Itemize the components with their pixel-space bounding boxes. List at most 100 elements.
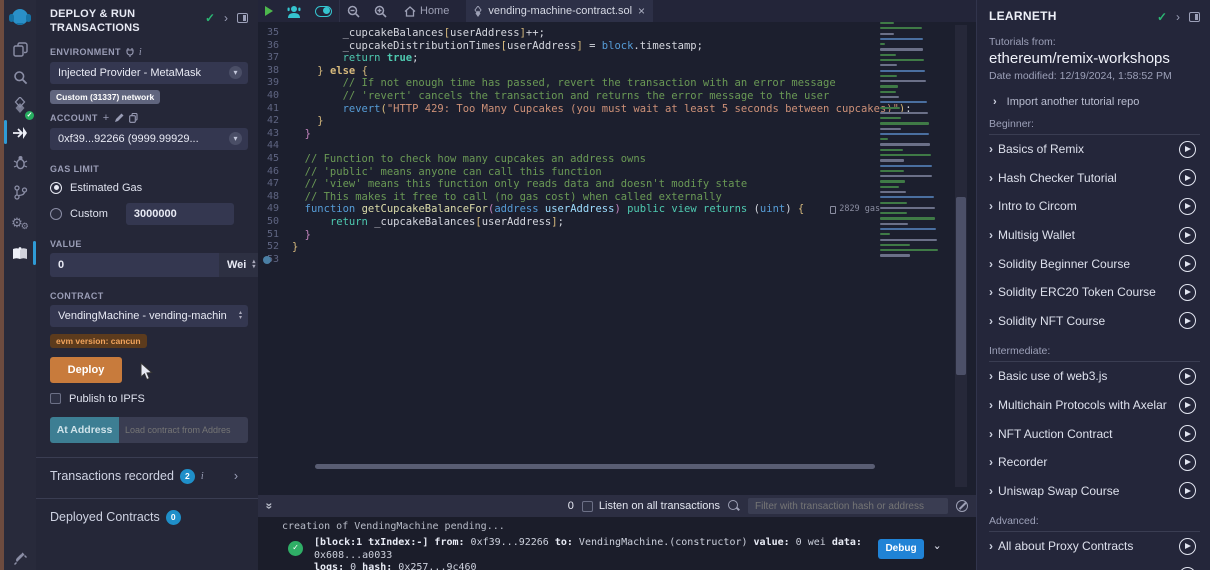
learneth-pin-icon[interactable]	[1189, 12, 1200, 22]
line-number[interactable]: 38	[258, 65, 292, 78]
line-number[interactable]: 39	[258, 77, 292, 90]
settings-gears-icon[interactable]: ⚙⚙	[4, 210, 36, 236]
line-number[interactable]: 50	[258, 216, 292, 229]
terminal-expand-icon[interactable]: »	[262, 503, 276, 510]
tutorial-play-button[interactable]	[1179, 169, 1196, 186]
solidity-compiler-icon[interactable]: ✓	[4, 92, 36, 118]
tx-expand-icon[interactable]: ›	[931, 544, 944, 551]
home-button[interactable]: Home	[394, 0, 456, 22]
tutorial-item[interactable]: ›Basics of Remix	[989, 135, 1200, 164]
plugin-connector-icon[interactable]	[4, 545, 36, 570]
file-explorer-icon[interactable]	[4, 36, 36, 62]
tutorial-item[interactable]: ›Multisig Wallet	[989, 221, 1200, 250]
at-address-button[interactable]: At Address	[50, 417, 119, 443]
line-number[interactable]: 49	[258, 203, 292, 216]
tutorial-play-button[interactable]	[1179, 284, 1196, 301]
tutorial-play-button[interactable]	[1179, 567, 1196, 570]
line-number[interactable]: 36	[258, 40, 292, 53]
deploy-run-icon[interactable]	[4, 120, 36, 146]
tutorial-item[interactable]: ›Uniswap Swap Course	[989, 477, 1200, 506]
tutorial-item[interactable]: ›Intro to Circom	[989, 192, 1200, 221]
code-editor[interactable]: 35 _cupcakeBalances[userAddress]++;36 _c…	[258, 22, 976, 478]
tutorial-item[interactable]: ›Hash Checker Tutorial	[989, 164, 1200, 193]
custom-gas-input[interactable]	[126, 203, 234, 225]
add-account-icon[interactable]: +	[103, 112, 110, 124]
plug-icon[interactable]	[126, 48, 134, 57]
editor-minimap[interactable]	[880, 22, 956, 312]
edit-account-icon[interactable]	[115, 113, 124, 122]
tab-vending-machine-contract[interactable]: vending-machine-contract.sol ×	[466, 0, 653, 22]
tutorial-play-button[interactable]	[1179, 141, 1196, 158]
line-number[interactable]: 47	[258, 178, 292, 191]
ai-copilot-toggle[interactable]	[308, 0, 339, 22]
value-unit-select[interactable]: Wei ▴▾	[219, 253, 258, 277]
zoom-out-icon[interactable]	[340, 0, 367, 22]
custom-gas-radio[interactable]	[50, 208, 62, 220]
run-script-button[interactable]	[258, 0, 280, 22]
line-number[interactable]: 40	[258, 90, 292, 103]
tutorial-item[interactable]: ›Deploy with Libraries	[989, 561, 1200, 570]
tutorial-play-button[interactable]	[1179, 397, 1196, 414]
remix-logo-icon[interactable]	[4, 4, 36, 32]
learneth-collapse-icon[interactable]: ›	[1176, 10, 1180, 24]
search-icon[interactable]	[4, 64, 36, 90]
tutorial-play-button[interactable]	[1179, 425, 1196, 442]
estimated-gas-radio[interactable]	[50, 182, 62, 194]
tutorial-play-button[interactable]	[1179, 198, 1196, 215]
line-number[interactable]: 46	[258, 166, 292, 179]
tutorial-play-button[interactable]	[1179, 368, 1196, 385]
line-number[interactable]: 41	[258, 103, 292, 116]
tutorial-item[interactable]: ›Basic use of web3.js	[989, 362, 1200, 391]
panel-collapse-icon[interactable]: ›	[224, 11, 228, 25]
environment-select[interactable]: Injected Provider - MetaMask ▾	[50, 62, 248, 84]
value-input[interactable]	[50, 253, 219, 277]
import-repo-row[interactable]: › Import another tutorial repo	[989, 96, 1200, 108]
debug-button[interactable]: Debug	[878, 539, 924, 559]
tutorial-play-button[interactable]	[1179, 255, 1196, 272]
transactions-info-icon[interactable]: i	[201, 471, 204, 482]
listen-checkbox[interactable]	[582, 501, 593, 512]
debugger-icon[interactable]	[4, 149, 36, 175]
vertical-scrollbar-track[interactable]	[955, 25, 967, 487]
tutorial-play-button[interactable]	[1179, 227, 1196, 244]
tutorial-item[interactable]: ›Solidity ERC20 Token Course	[989, 278, 1200, 307]
publish-ipfs-checkbox[interactable]	[50, 393, 61, 404]
line-number[interactable]: 42	[258, 115, 292, 128]
deploy-button[interactable]: Deploy	[50, 357, 122, 383]
tutorial-play-button[interactable]	[1179, 538, 1196, 555]
tutorial-item[interactable]: ›All about Proxy Contracts	[989, 532, 1200, 561]
line-number[interactable]: 35	[258, 27, 292, 40]
copy-account-icon[interactable]	[129, 113, 138, 123]
clear-console-icon[interactable]	[956, 500, 968, 512]
contract-select[interactable]: VendingMachine - vending-machin ▴▾	[50, 305, 248, 327]
line-number[interactable]: 44	[258, 140, 292, 153]
git-icon[interactable]	[4, 179, 36, 205]
line-number[interactable]: 37	[258, 52, 292, 65]
terminal-filter-input[interactable]	[748, 498, 948, 514]
tutorial-play-button[interactable]	[1179, 482, 1196, 499]
horizontal-scrollbar[interactable]	[315, 464, 875, 469]
tutorial-item[interactable]: ›Solidity NFT Course	[989, 307, 1200, 336]
tx-log-entry[interactable]: [block:1 txIndex:-] from: 0xf39...92266 …	[314, 537, 864, 570]
pin-panel-icon[interactable]	[237, 13, 248, 23]
tutorial-item[interactable]: ›Recorder	[989, 448, 1200, 477]
line-number[interactable]: 51	[258, 229, 292, 242]
transactions-expand-icon[interactable]: ›	[234, 469, 238, 483]
tutorial-item[interactable]: ›NFT Auction Contract	[989, 419, 1200, 448]
line-number[interactable]: 43	[258, 128, 292, 141]
line-number[interactable]: 48	[258, 191, 292, 204]
tutorial-play-button[interactable]	[1179, 454, 1196, 471]
tutorial-item[interactable]: ›Solidity Beginner Course	[989, 249, 1200, 278]
info-icon[interactable]: i	[139, 47, 142, 58]
at-address-input[interactable]	[119, 417, 248, 443]
learneth-book-icon[interactable]	[4, 241, 36, 267]
transactions-recorded-row[interactable]: Transactions recorded 2 i ›	[50, 469, 248, 484]
line-number[interactable]: 45	[258, 153, 292, 166]
tutorial-item[interactable]: ›Multichain Protocols with Axelar	[989, 391, 1200, 420]
account-select[interactable]: 0xf39...92266 (9999.99929... ▾	[50, 128, 248, 150]
deployed-contracts-row[interactable]: Deployed Contracts 0	[50, 510, 248, 525]
zoom-in-icon[interactable]	[367, 0, 394, 22]
line-number[interactable]: 52	[258, 241, 292, 254]
tutorial-play-button[interactable]	[1179, 312, 1196, 329]
ai-assistant-icon[interactable]	[280, 0, 308, 22]
